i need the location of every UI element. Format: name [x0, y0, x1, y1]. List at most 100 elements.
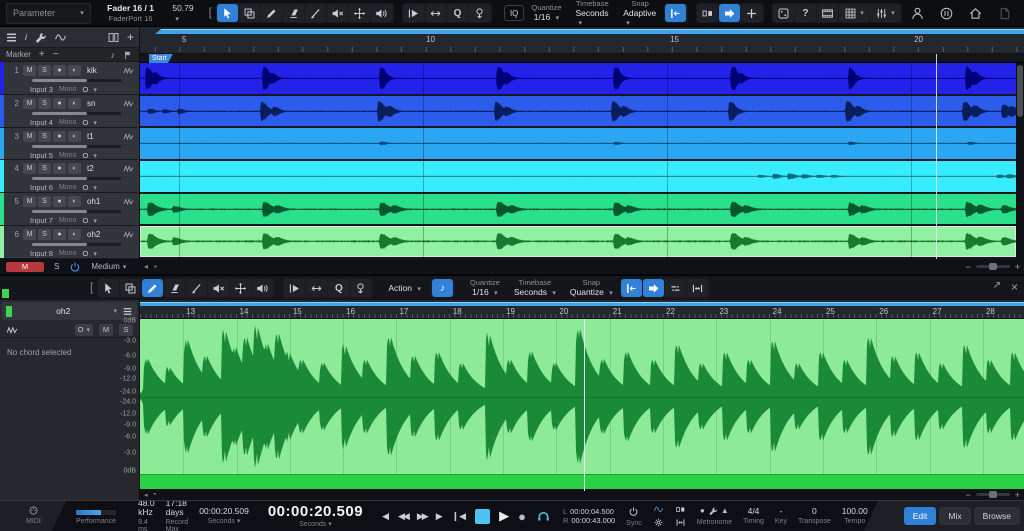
timestretch-button[interactable]	[425, 4, 446, 22]
track-volume-slider[interactable]	[32, 243, 121, 246]
audio-event-t1[interactable]	[140, 128, 1016, 159]
paint-tool[interactable]	[142, 279, 163, 297]
track-mute-button[interactable]: M	[23, 65, 36, 76]
stop-button[interactable]	[475, 509, 490, 524]
secondary-time-display[interactable]: 00:00:20.509 Seconds ▾	[199, 507, 249, 526]
editor-quantize-dropdown[interactable]: Quantize 1/16 ▾	[470, 279, 500, 298]
return-to-start-button[interactable]: ❙◀	[452, 511, 466, 522]
preroll-icon[interactable]	[675, 504, 686, 515]
bend-tool[interactable]	[230, 279, 251, 297]
editor-mute-button[interactable]: M	[99, 324, 113, 336]
horizontal-scrollbar[interactable]: ◂▪ − +	[140, 259, 1024, 274]
track-mute-button[interactable]: M	[23, 163, 36, 174]
timestretch-button[interactable]	[306, 279, 327, 297]
sync-toggle[interactable]: Sync	[626, 506, 642, 527]
previous-marker-button[interactable]: ◀	[382, 511, 389, 522]
user-account-icon[interactable]	[910, 6, 925, 21]
track-list-icon[interactable]	[122, 306, 133, 317]
track-solo-button[interactable]: S	[38, 98, 51, 109]
audio-event-kik[interactable]	[140, 63, 1016, 94]
waveform-meter-icon[interactable]	[6, 324, 18, 336]
mix-page-button[interactable]: Mix	[939, 507, 970, 525]
primary-time-display[interactable]: 00:00:20.509 Seconds ▾	[268, 504, 363, 528]
track-height-dropdown[interactable]: Medium▾	[91, 262, 126, 271]
add-marker-button[interactable]: +	[39, 49, 45, 60]
waveform-meter-icon[interactable]	[122, 196, 135, 207]
tempo-display[interactable]: 100.00 Tempo	[842, 507, 868, 526]
quantize-dropdown[interactable]: Quantize 1/16 ▾	[531, 4, 561, 23]
track-solo-button[interactable]: S	[38, 131, 51, 142]
control-link-display[interactable]: Fader 16 / 1 FaderPort 16	[91, 3, 171, 24]
add-track-button[interactable]: +	[127, 30, 134, 44]
editor-playhead[interactable]	[584, 319, 585, 491]
audio-event-oh2[interactable]	[140, 226, 1016, 257]
arrow-tool[interactable]	[217, 4, 238, 22]
action-dropdown[interactable]: Action ▾	[388, 284, 421, 293]
track-volume-slider[interactable]	[32, 79, 121, 82]
macros-button[interactable]	[773, 4, 794, 22]
track-monitor-button[interactable]: ◐	[68, 65, 81, 76]
bounce-button[interactable]	[350, 279, 371, 297]
editor-snap-dropdown[interactable]: Snap Quantize ▾	[570, 279, 613, 298]
audio-event-oh1[interactable]	[140, 194, 1016, 225]
help-button[interactable]: ?	[795, 4, 816, 22]
track-monitor-button[interactable]: ◐	[68, 98, 81, 109]
editor-horizontal-scrollbar[interactable]: ◂▪ − +	[140, 489, 1024, 500]
marker-flag-icon[interactable]	[123, 50, 133, 60]
video-button[interactable]	[817, 4, 838, 22]
track-solo-button[interactable]: S	[38, 163, 51, 174]
grid-view-button[interactable]: ▾	[839, 4, 869, 22]
fader-value[interactable]: 50.79 ▾	[172, 3, 196, 23]
input-quantize-button[interactable]: IQ	[504, 5, 524, 21]
next-marker-button[interactable]: ▶	[436, 511, 443, 522]
play-from-button[interactable]	[284, 279, 305, 297]
capture-icon[interactable]	[939, 6, 954, 21]
scroll-left-arrow-icon[interactable]: ◂	[144, 262, 148, 271]
automation-power-icon[interactable]	[69, 261, 81, 273]
bounce-button[interactable]	[469, 4, 490, 22]
track-mute-button[interactable]: M	[23, 229, 36, 240]
track-input-label[interactable]: Input 7	[30, 216, 53, 225]
track-layout-icon[interactable]	[107, 31, 120, 44]
scrollbar-handle[interactable]: ▪	[154, 262, 157, 271]
autoscroll-toggle[interactable]	[643, 279, 664, 297]
snap-dropdown[interactable]: Snap Adaptive ▾	[623, 0, 657, 27]
mute-tool[interactable]	[208, 279, 229, 297]
track-input-label[interactable]: Input 6	[30, 183, 53, 192]
track-monitor-button[interactable]: ◐	[68, 196, 81, 207]
audio-event-sn[interactable]	[140, 96, 1016, 127]
snap-to-grid-toggle[interactable]	[665, 4, 686, 22]
track-pan-knob[interactable]: O ▾	[82, 151, 96, 160]
listen-tool[interactable]	[371, 4, 392, 22]
track-pan-knob[interactable]: O ▾	[82, 216, 96, 225]
performance-meter[interactable]: Performance	[76, 507, 116, 525]
track-volume-slider[interactable]	[32, 210, 121, 213]
loop-toggle[interactable]	[535, 509, 552, 524]
key-display[interactable]: - Key	[775, 507, 787, 526]
editor-timebase-dropdown[interactable]: Timebase Seconds ▾	[514, 279, 556, 298]
waveform-meter-icon[interactable]	[122, 131, 135, 142]
track-list-icon[interactable]	[5, 31, 18, 44]
waveform-meter-icon[interactable]	[122, 163, 135, 174]
track-record-button[interactable]: ●	[53, 163, 66, 174]
zoom-out-button[interactable]: −	[965, 490, 970, 500]
close-editor-icon[interactable]: ×	[1011, 280, 1018, 294]
tempo-track-icon[interactable]: ♪	[111, 50, 116, 60]
metronome-controls[interactable]: ● ▲ Metronome	[697, 506, 732, 526]
zoom-slider[interactable]	[976, 265, 1010, 268]
split-tool[interactable]	[186, 279, 207, 297]
eraser-tool[interactable]	[283, 4, 304, 22]
notes-page-icon[interactable]	[997, 6, 1012, 21]
track-solo-button[interactable]: S	[38, 196, 51, 207]
track-pan-knob[interactable]: O ▾	[82, 118, 96, 127]
track-header-t2[interactable]: 4MS●◐t2Input 6MonoO ▾	[0, 160, 139, 193]
punch-in-icon[interactable]	[675, 517, 686, 528]
track-mute-button[interactable]: M	[23, 196, 36, 207]
track-header-oh1[interactable]: 5MS●◐oh1Input 7MonoO ▾	[0, 193, 139, 226]
timeline-ruler[interactable]: 5101520	[140, 27, 1024, 54]
parameter-selector[interactable]: Parameter▾	[6, 3, 91, 24]
zoom-in-button[interactable]: +	[1015, 490, 1020, 500]
quantize-tool-button[interactable]: Q	[447, 4, 468, 22]
track-mute-button[interactable]: M	[23, 131, 36, 142]
track-input-label[interactable]: Input 5	[30, 151, 53, 160]
